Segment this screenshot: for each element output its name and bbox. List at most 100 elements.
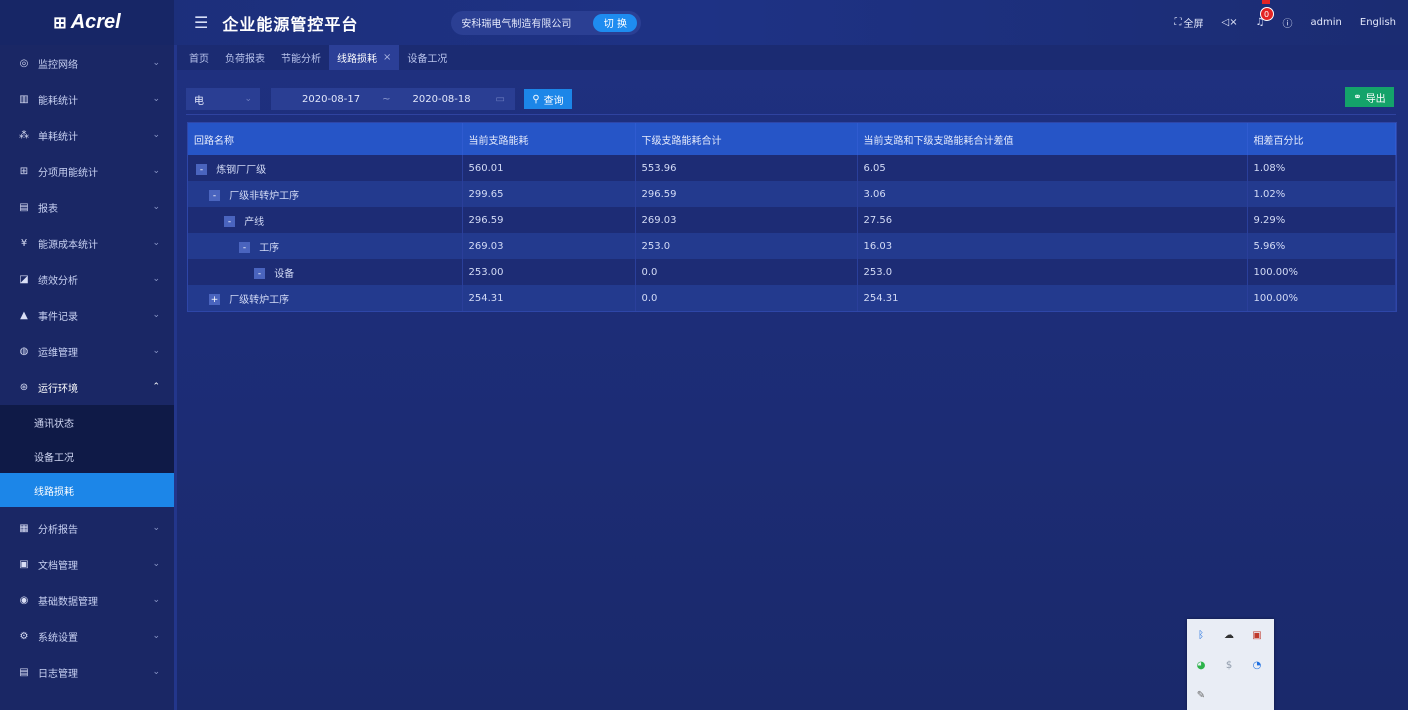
- filter-bar: 电 ⌄ 2020-08-17 ~ 2020-08-18 ▭ ⚲ 查询: [186, 88, 572, 110]
- sidebar-subitem-device-status[interactable]: 设备工况: [0, 439, 174, 473]
- cloud-icon[interactable]: ☁: [1223, 629, 1235, 641]
- sidebar-item-label: 事件记录: [38, 311, 78, 323]
- close-icon[interactable]: ×: [383, 52, 391, 63]
- fullscreen-icon: ⛶: [1174, 17, 1182, 28]
- sidebar-item-log-management[interactable]: ▤ 日志管理 ⌄: [0, 654, 174, 690]
- tab-load-report[interactable]: 负荷报表: [217, 45, 273, 70]
- circuit-name: 厂级非转炉工序: [229, 190, 300, 202]
- collapse-toggle[interactable]: -: [239, 242, 250, 253]
- current-consumption: 296.59: [462, 207, 636, 233]
- sidebar-item-label: 报表: [38, 203, 58, 215]
- line-loss-table: 回路名称 当前支路能耗 下级支路能耗合计 当前支路和下级支路能耗合计差值 相差百…: [187, 122, 1397, 312]
- cost-icon: ¥: [20, 237, 28, 249]
- chevron-down-icon: ⌄: [152, 274, 160, 284]
- help-icon[interactable]: ⓘ: [1283, 15, 1293, 30]
- sidebar-item-maintenance[interactable]: ◍ 运维管理 ⌄: [0, 333, 174, 369]
- table-row: - 炼钢厂厂级 560.01 553.96 6.05 1.08%: [188, 155, 1396, 181]
- sidebar-item-label: 能耗统计: [38, 95, 78, 107]
- current-consumption: 269.03: [462, 233, 636, 259]
- tab-home[interactable]: 首页: [181, 45, 217, 70]
- collapse-toggle[interactable]: -: [254, 268, 265, 279]
- sidebar-subitem-comm-status[interactable]: 通讯状态: [0, 405, 174, 439]
- energy-type-select[interactable]: 电 ⌄: [186, 88, 260, 110]
- company-name: 安科瑞电气制造有限公司: [461, 19, 572, 30]
- range-separator: ~: [382, 93, 391, 105]
- sidebar-item-documents[interactable]: ▣ 文档管理 ⌄: [0, 546, 174, 582]
- date-range-picker[interactable]: 2020-08-17 ~ 2020-08-18 ▭: [271, 88, 515, 110]
- sub-total-consumption: 0.0: [635, 285, 858, 311]
- chevron-down-icon: ⌄: [152, 667, 160, 677]
- user-name[interactable]: admin: [1311, 17, 1342, 28]
- settings-icon: ⚙: [19, 630, 29, 642]
- sub-total-consumption: 253.0: [635, 233, 858, 259]
- consumption-diff: 16.03: [857, 233, 1248, 259]
- sub-total-consumption: 269.03: [635, 207, 858, 233]
- chevron-down-icon: ⌄: [152, 166, 160, 176]
- sub-total-consumption: 296.59: [635, 181, 858, 207]
- sidebar-item-system-settings[interactable]: ⚙ 系统设置 ⌄: [0, 618, 174, 654]
- logo-text: Acrel: [70, 11, 121, 33]
- chevron-down-icon: ⌄: [152, 559, 160, 569]
- switch-button[interactable]: 切 换: [593, 13, 638, 32]
- language-switch[interactable]: English: [1360, 17, 1396, 28]
- circuit-name: 厂级转炉工序: [229, 294, 290, 306]
- dollar-icon[interactable]: $: [1223, 659, 1235, 671]
- sidebar-item-label: 监控网络: [38, 59, 78, 71]
- sound-icon[interactable]: ◁×: [1222, 17, 1238, 28]
- diff-percent: 1.02%: [1247, 181, 1396, 207]
- sidebar-item-monitor-network[interactable]: ◎ 监控网络 ⌄: [0, 45, 174, 81]
- collapse-toggle[interactable]: -: [209, 190, 220, 201]
- link-icon: ⚭: [1353, 91, 1362, 103]
- tab-device-status[interactable]: 设备工况: [399, 45, 455, 70]
- sidebar-item-base-data[interactable]: ◉ 基础数据管理 ⌄: [0, 582, 174, 618]
- sidebar-item-analysis-report[interactable]: ▦ 分析报告 ⌄: [0, 510, 174, 546]
- sidebar-item-environment[interactable]: ⊛ 运行环境 ⌃: [0, 369, 174, 405]
- sidebar-item-energy-cost[interactable]: ¥ 能源成本统计 ⌄: [0, 225, 174, 261]
- calendar-icon: ▭: [495, 93, 505, 105]
- top-red-marker: [1262, 0, 1270, 4]
- sidebar-item-energy-stats[interactable]: ▥ 能耗统计 ⌄: [0, 81, 174, 117]
- sidebar-subitem-line-loss[interactable]: 线路损耗: [0, 473, 174, 507]
- sidebar-item-label: 日志管理: [38, 668, 78, 680]
- tab-line-loss[interactable]: 线路损耗 ×: [329, 45, 400, 70]
- collapse-toggle[interactable]: -: [196, 164, 207, 175]
- export-button[interactable]: ⚭ 导出: [1345, 87, 1394, 107]
- end-date: 2020-08-18: [412, 93, 471, 105]
- maintenance-icon: ◍: [19, 345, 29, 357]
- menu-toggle-icon[interactable]: ☰: [194, 13, 208, 32]
- expand-toggle[interactable]: +: [209, 294, 220, 305]
- circuit-name-cell: - 厂级非转炉工序: [188, 181, 463, 207]
- clock-icon[interactable]: ◔: [1251, 659, 1263, 671]
- notification-button[interactable]: ♫ 0: [1256, 7, 1274, 28]
- sidebar-item-unit-consumption[interactable]: ⁂ 单耗统计 ⌄: [0, 117, 174, 153]
- bluetooth-icon[interactable]: ᛒ: [1195, 629, 1207, 641]
- circuit-name-cell: - 产线: [188, 207, 463, 233]
- circuit-name: 产线: [244, 216, 265, 228]
- query-button[interactable]: ⚲ 查询: [524, 89, 572, 109]
- main-content: 首页 负荷报表 节能分析 线路损耗 × 设备工况 电 ⌄ 2020-08-17 …: [177, 45, 1408, 710]
- circuit-name: 设备: [274, 268, 295, 280]
- sidebar-item-label: 运维管理: [38, 347, 78, 359]
- grid-icon: ⊞: [19, 165, 29, 177]
- sidebar-item-reports[interactable]: ▤ 报表 ⌄: [0, 189, 174, 225]
- log-icon: ▤: [19, 666, 29, 678]
- edit-icon[interactable]: ✎: [1195, 689, 1207, 701]
- analysis-report-icon: ▦: [19, 522, 29, 534]
- chevron-down-icon: ⌄: [152, 310, 160, 320]
- sidebar-item-label: 文档管理: [38, 560, 78, 572]
- app-icon[interactable]: ▣: [1251, 629, 1263, 641]
- collapse-toggle[interactable]: -: [224, 216, 235, 227]
- sidebar-item-label: 系统设置: [38, 632, 78, 644]
- sub-total-consumption: 0.0: [635, 259, 858, 285]
- notification-badge: 0: [1259, 7, 1274, 21]
- sidebar-item-itemized-energy[interactable]: ⊞ 分项用能统计 ⌄: [0, 153, 174, 189]
- sidebar-item-performance[interactable]: ◪ 绩效分析 ⌄: [0, 261, 174, 297]
- wechat-icon[interactable]: ◕: [1195, 659, 1207, 671]
- top-bar: ⊞ Acrel ☰ 企业能源管控平台 安科瑞电气制造有限公司 切 换 ⛶ 全屏 …: [0, 0, 1408, 45]
- sidebar-item-event-log[interactable]: ▲ 事件记录 ⌄: [0, 297, 174, 333]
- column-header: 当前支路能耗: [462, 123, 636, 155]
- fullscreen-button[interactable]: ⛶ 全屏: [1175, 15, 1204, 30]
- chevron-down-icon: ⌄: [244, 94, 252, 104]
- tab-energy-saving[interactable]: 节能分析: [273, 45, 329, 70]
- table-row: - 工序 269.03 253.0 16.03 5.96%: [188, 233, 1396, 259]
